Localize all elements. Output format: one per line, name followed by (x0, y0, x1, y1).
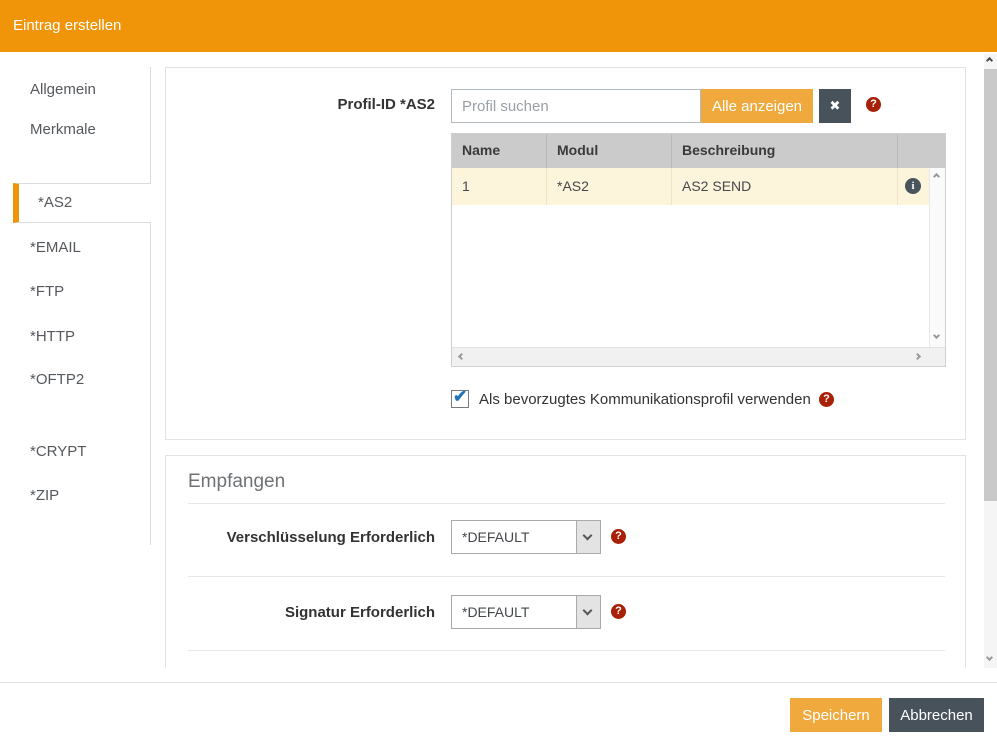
preferred-profile-label: Als bevorzugtes Kommunikationsprofil ver… (479, 390, 811, 409)
sidebar-item-ftp[interactable]: *FTP (0, 272, 150, 312)
save-button[interactable]: Speichern (790, 698, 882, 732)
info-icon[interactable]: i (905, 178, 921, 194)
column-header-beschreibung: Beschreibung (672, 134, 898, 168)
column-header-name: Name (452, 134, 547, 168)
table-vertical-scrollbar[interactable] (929, 168, 945, 347)
encryption-required-select[interactable]: *DEFAULT (451, 520, 601, 554)
scrollbar-thumb[interactable] (984, 69, 997, 501)
column-header-modul: Modul (547, 134, 672, 168)
cancel-button[interactable]: Abbrechen (889, 698, 984, 732)
preferred-profile-checkbox[interactable]: ✔ (451, 390, 469, 408)
sidebar-item-http[interactable]: *HTTP (0, 317, 150, 357)
sidebar-item-allgemein[interactable]: Allgemein (0, 70, 150, 110)
profile-id-label: Profil-ID *AS2 (185, 95, 435, 115)
close-icon: ✖ (830, 98, 841, 113)
sidebar-divider-top (150, 67, 151, 183)
signature-required-select[interactable]: *DEFAULT (451, 595, 601, 629)
clear-selection-button[interactable]: ✖ (819, 89, 851, 123)
sidebar-item-email[interactable]: *EMAIL (0, 228, 150, 268)
cell-info: i (898, 168, 929, 205)
footer-divider (0, 682, 997, 683)
field-divider (188, 650, 945, 651)
scroll-left-icon[interactable] (458, 353, 465, 360)
cell-beschreibung: AS2 SEND (672, 168, 898, 205)
select-arrow (576, 521, 600, 553)
encryption-help-icon[interactable]: ? (611, 529, 626, 544)
sidebar-divider-bottom (150, 223, 151, 545)
sidebar-item-zip[interactable]: *ZIP (0, 476, 150, 516)
scroll-down-icon[interactable] (933, 332, 940, 339)
profile-help-icon[interactable]: ? (866, 97, 881, 112)
encryption-required-value: *DEFAULT (462, 521, 529, 553)
section-divider (188, 503, 945, 504)
sidebar-item-crypt[interactable]: *CRYPT (0, 432, 150, 472)
dialog-titlebar: Eintrag erstellen (0, 0, 997, 52)
table-empty-area (452, 205, 929, 347)
column-header-info (898, 134, 931, 168)
preferred-profile-help-icon[interactable]: ? (819, 392, 834, 407)
scrollbar-up-icon[interactable] (986, 57, 993, 64)
dialog-title: Eintrag erstellen (13, 0, 121, 52)
create-entry-dialog: Eintrag erstellen Allgemein Merkmale *AS… (0, 0, 997, 745)
encryption-required-label: Verschlüsselung Erforderlich (166, 528, 435, 548)
signature-help-icon[interactable]: ? (611, 604, 626, 619)
empfangen-panel: Empfangen Verschlüsselung Erforderlich *… (165, 455, 966, 668)
signature-required-label: Signatur Erforderlich (166, 603, 435, 623)
show-all-button[interactable]: Alle anzeigen (701, 89, 813, 123)
checkmark-icon: ✔ (453, 387, 467, 407)
cell-name: 1 (452, 168, 547, 205)
profile-panel: Profil-ID *AS2 Alle anzeigen ✖ ? Name Mo… (165, 67, 966, 440)
page-scrollbar[interactable] (984, 54, 997, 668)
sidebar-item-as2-active[interactable]: *AS2 (13, 183, 151, 223)
scrollbar-down-icon[interactable] (986, 654, 993, 661)
sidebar-item-merkmale[interactable]: Merkmale (0, 110, 150, 150)
profile-search-input[interactable] (451, 89, 701, 123)
chevron-down-icon (583, 531, 593, 541)
table-horizontal-scrollbar[interactable] (452, 347, 945, 366)
cell-modul: *AS2 (547, 168, 672, 205)
scroll-right-icon[interactable] (914, 353, 921, 360)
profile-table: Name Modul Beschreibung 1 *AS2 AS2 SEND … (451, 133, 946, 367)
section-title-empfangen: Empfangen (188, 471, 285, 493)
select-arrow (576, 596, 600, 628)
sidebar-item-oftp2[interactable]: *OFTP2 (0, 360, 150, 400)
profile-table-header: Name Modul Beschreibung (452, 134, 945, 168)
chevron-down-icon (583, 606, 593, 616)
table-row-profile-1[interactable]: 1 *AS2 AS2 SEND i (452, 168, 929, 205)
field-divider (188, 576, 945, 577)
scroll-up-icon[interactable] (933, 173, 940, 180)
signature-required-value: *DEFAULT (462, 596, 529, 628)
